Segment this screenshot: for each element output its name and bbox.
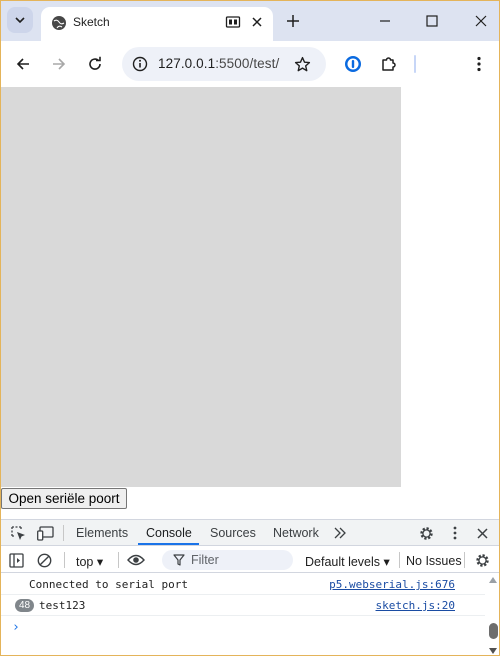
reload-button[interactable] <box>84 53 106 75</box>
more-tabs-button[interactable] <box>331 524 349 542</box>
log-message: Connected to serial port <box>29 578 188 591</box>
console-scrollbar[interactable] <box>486 573 499 655</box>
inspect-element-button[interactable] <box>9 524 27 542</box>
clear-console-button[interactable] <box>35 551 53 569</box>
tab-elements[interactable]: Elements <box>76 526 128 540</box>
close-icon <box>476 527 488 539</box>
toolbar-separator <box>399 552 400 568</box>
console-settings-button[interactable] <box>473 551 491 569</box>
globe-icon <box>52 16 66 30</box>
console-toolbar: top ▾ Filter Default levels ▾ No Issues <box>1 547 499 573</box>
tab-network[interactable]: Network <box>273 526 319 540</box>
extensions-icon <box>382 57 396 71</box>
maximize-icon <box>426 15 438 27</box>
minimize-button[interactable] <box>375 11 395 31</box>
toolbar-separator <box>64 552 65 568</box>
console-sidebar-button[interactable] <box>7 551 25 569</box>
inspect-icon <box>10 525 25 540</box>
sketch-canvas[interactable] <box>1 87 401 487</box>
tab-search-icon <box>15 17 25 24</box>
more-tabs-icon <box>334 527 346 539</box>
media-icon <box>225 16 241 28</box>
context-selector[interactable]: top ▾ <box>76 554 103 569</box>
tab-sources[interactable]: Sources <box>210 526 256 540</box>
maximize-button[interactable] <box>422 11 442 31</box>
device-toggle-icon <box>36 525 54 541</box>
settings-icon <box>419 526 433 540</box>
filter-icon <box>173 554 185 566</box>
tab-search-button[interactable] <box>7 7 33 33</box>
page-viewport: Open seriële poort <box>1 87 499 519</box>
new-tab-button[interactable] <box>283 11 303 31</box>
console-message: Connected to serial port p5.webserial.js… <box>1 574 485 595</box>
open-serial-port-button[interactable]: Open seriële poort <box>1 488 127 509</box>
new-tab-icon <box>287 15 299 27</box>
console-message: 48 test123 sketch.js:20 <box>1 595 485 616</box>
browser-menu-button[interactable] <box>468 53 490 75</box>
extensions-button[interactable] <box>378 53 400 75</box>
back-button[interactable] <box>12 53 34 75</box>
window-close-button[interactable] <box>471 11 491 31</box>
toolbar-divider <box>414 55 416 73</box>
browser-toolbar: 127.0.0.1:5500/test/ <box>1 41 499 87</box>
log-source-link[interactable]: p5.webserial.js:676 <box>329 578 455 591</box>
devtools-divider <box>63 525 64 541</box>
password-manager-button[interactable] <box>342 53 364 75</box>
log-levels-dropdown[interactable]: Default levels ▾ <box>305 554 390 569</box>
live-expression-button[interactable] <box>127 551 145 569</box>
password-manager-icon <box>345 56 361 72</box>
back-icon <box>16 58 29 70</box>
forward-icon <box>53 58 66 70</box>
bookmark-button[interactable] <box>292 54 312 74</box>
active-tab[interactable]: Sketch <box>41 7 273 41</box>
console-prompt[interactable]: › <box>12 620 20 635</box>
devtools-settings-button[interactable] <box>417 524 435 542</box>
log-source-link[interactable]: sketch.js:20 <box>376 599 455 612</box>
scroll-up-arrow[interactable] <box>489 577 497 583</box>
toolbar-separator <box>464 552 465 568</box>
filter-placeholder: Filter <box>191 553 219 567</box>
window-close-icon <box>475 15 487 27</box>
site-info-button[interactable] <box>130 54 150 74</box>
eye-icon <box>127 554 145 566</box>
tab-title: Sketch <box>73 15 110 29</box>
browser-window: Sketch 127.0.0.1:5500/test/ Open seriële… <box>0 0 500 656</box>
issues-counter[interactable]: No Issues <box>406 554 462 568</box>
tab-console[interactable]: Console <box>146 526 192 540</box>
device-toggle-button[interactable] <box>36 524 54 542</box>
log-message: test123 <box>39 599 86 612</box>
devtools-close-button[interactable] <box>473 524 491 542</box>
site-info-icon <box>132 56 148 72</box>
close-icon <box>252 17 262 27</box>
url-path: :5500/test/ <box>215 56 280 71</box>
sidebar-icon <box>8 552 24 568</box>
bookmark-star-icon <box>294 56 310 71</box>
devtools-panel: Elements Console Sources Network top ▾ F… <box>1 519 499 655</box>
scrollbar-thumb[interactable] <box>489 623 498 639</box>
reload-icon <box>89 56 101 70</box>
active-tab-indicator <box>138 543 199 545</box>
toolbar-separator <box>118 552 119 568</box>
url-text: 127.0.0.1:5500/test/ <box>158 56 279 71</box>
clear-icon <box>37 553 51 567</box>
address-bar[interactable]: 127.0.0.1:5500/test/ <box>122 47 326 81</box>
settings-icon <box>475 553 489 567</box>
devtools-menu-button[interactable] <box>446 524 464 542</box>
tab-strip: Sketch <box>1 1 499 41</box>
url-host: 127.0.0.1 <box>158 56 216 71</box>
kebab-menu-icon <box>477 56 481 72</box>
kebab-menu-icon <box>453 526 457 540</box>
console-filter-input[interactable]: Filter <box>162 550 293 570</box>
repeat-count-badge: 48 <box>15 599 35 612</box>
tab-close-button[interactable] <box>249 14 265 30</box>
scroll-down-arrow[interactable] <box>489 648 497 654</box>
minimize-icon <box>380 20 390 22</box>
devtools-tab-bar: Elements Console Sources Network <box>1 520 499 546</box>
forward-button[interactable] <box>48 53 70 75</box>
